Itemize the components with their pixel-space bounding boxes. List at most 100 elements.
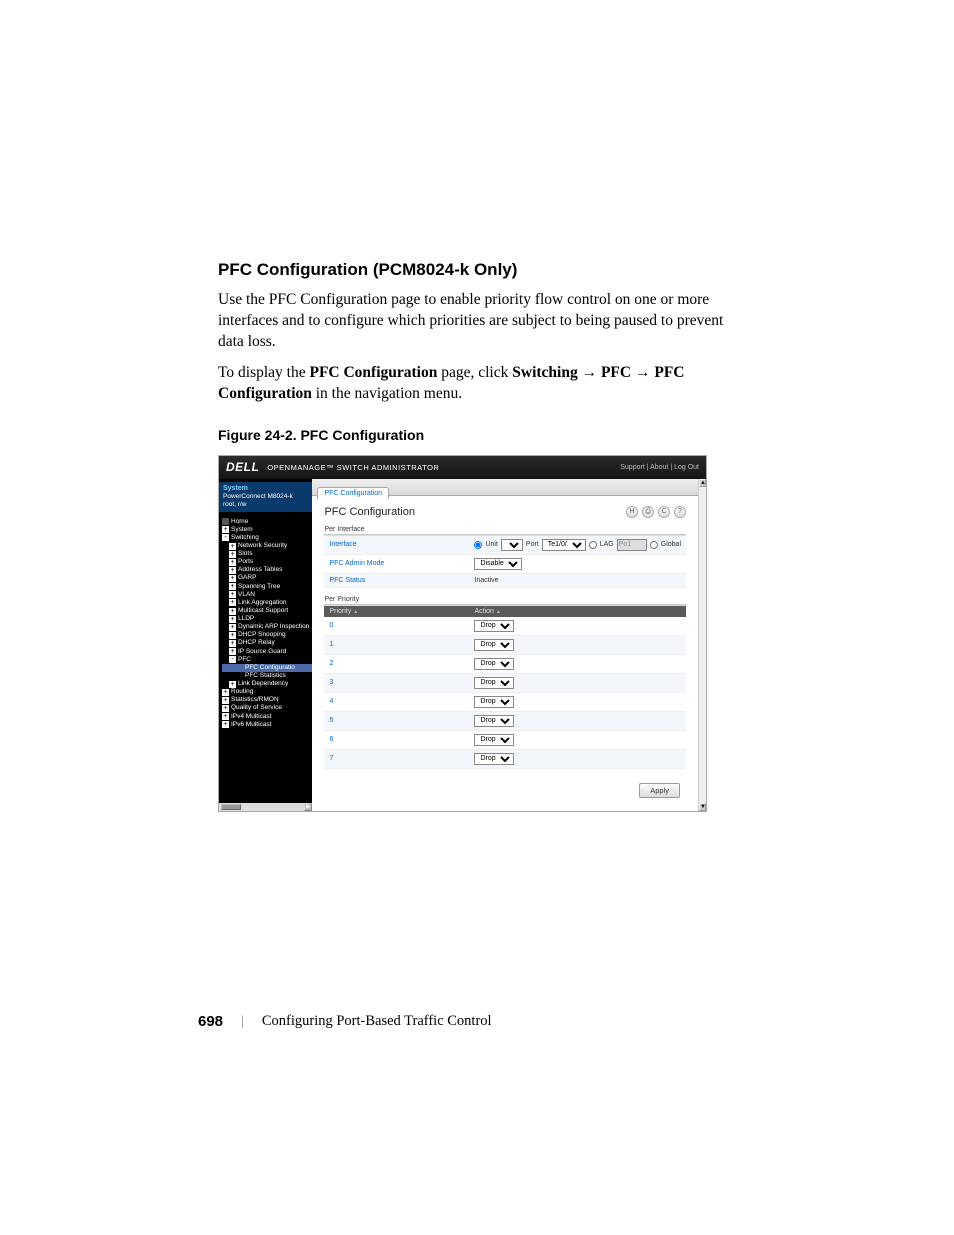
expand-icon[interactable]: + (229, 591, 236, 598)
nav-item[interactable]: +Multicast Support (222, 607, 312, 615)
apply-button[interactable]: Apply (639, 783, 680, 798)
nav-item[interactable]: PFC Statistics (222, 672, 312, 680)
expand-icon[interactable]: + (222, 713, 229, 720)
nav-item[interactable]: +Dynamic ARP Inspection (222, 623, 312, 631)
help-icon[interactable]: ? (674, 506, 686, 518)
expand-icon[interactable]: + (229, 551, 236, 558)
nav-item[interactable]: +DHCP Relay (222, 639, 312, 647)
figure-caption: Figure 24-2. PFC Configuration (218, 427, 736, 443)
nav-item[interactable]: +IP Source Guard (222, 648, 312, 656)
expand-icon[interactable]: + (229, 640, 236, 647)
unit-label: Unit (485, 541, 497, 548)
action-select[interactable]: Drop (474, 696, 514, 708)
expand-icon[interactable]: + (222, 721, 229, 728)
expand-icon[interactable]: + (229, 624, 236, 631)
page-footer: 698 | Configuring Port-Based Traffic Con… (198, 1013, 492, 1030)
footer-divider: | (241, 1014, 244, 1030)
nav-item-label: Link Dependency (238, 680, 288, 688)
expand-icon[interactable]: + (229, 608, 236, 615)
nav-item[interactable]: +IPv4 Multicast (222, 713, 312, 721)
nav-item[interactable]: +VLAN (222, 591, 312, 599)
nav-item[interactable]: +Link Dependency (222, 680, 312, 688)
unit-radio[interactable] (474, 541, 482, 549)
expand-icon[interactable]: + (229, 681, 236, 688)
action-select[interactable]: Drop (474, 715, 514, 727)
nav-item[interactable]: +Address Tables (222, 566, 312, 574)
scrollbar-thumb[interactable] (221, 804, 241, 810)
nav-item[interactable]: +Network Security (222, 542, 312, 550)
expand-icon[interactable]: + (222, 526, 229, 533)
content-area: PFC Configuration H ⎙ C ? Per Interface … (312, 496, 698, 811)
expand-icon[interactable]: + (229, 583, 236, 590)
nav-item[interactable]: +DHCP Snooping (222, 631, 312, 639)
nav-item[interactable]: +LLDP (222, 615, 312, 623)
sort-icon[interactable]: ▲ (496, 609, 501, 615)
nav-item[interactable]: -Switching (222, 534, 312, 542)
nav-item-label: Address Tables (238, 566, 282, 574)
nav-item-label: Link Aggregation (238, 599, 286, 607)
col-action[interactable]: Action (474, 608, 493, 615)
sidebar-horizontal-scrollbar[interactable]: ▶ (219, 803, 312, 811)
chapter-title: Configuring Port-Based Traffic Control (262, 1013, 492, 1030)
scroll-down-icon[interactable]: ▼ (699, 803, 706, 811)
node-icon (222, 518, 229, 525)
lag-radio[interactable] (589, 541, 597, 549)
expand-icon[interactable]: + (229, 567, 236, 574)
nav-item-label: PFC Statistics (245, 672, 286, 680)
expand-icon[interactable]: + (229, 616, 236, 623)
nav-item[interactable]: +GARP (222, 574, 312, 582)
action-select[interactable]: Drop (474, 658, 514, 670)
nav-item-label: Home (231, 518, 248, 526)
expand-icon[interactable]: + (222, 705, 229, 712)
priority-row: 1Drop (324, 636, 686, 655)
text-fragment: page, click (437, 364, 512, 381)
port-select[interactable]: Te1/0/1 (542, 539, 586, 551)
port-label: Port (526, 541, 539, 548)
admin-mode-select[interactable]: Disable (474, 558, 522, 570)
unit-select[interactable]: 1 (501, 539, 523, 551)
nav-item[interactable]: +Ports (222, 558, 312, 566)
header-links[interactable]: Support | About | Log Out (620, 464, 699, 471)
nav-item[interactable]: Home (222, 518, 312, 526)
refresh-icon[interactable]: C (658, 506, 670, 518)
user-role: root, r/w (223, 501, 308, 509)
expand-icon[interactable]: + (229, 575, 236, 582)
body-paragraph-1: Use the PFC Configuration page to enable… (218, 290, 736, 353)
expand-icon[interactable]: + (222, 697, 229, 704)
nav-item[interactable]: +IPv6 Multicast (222, 721, 312, 729)
expand-icon[interactable]: + (229, 632, 236, 639)
action-select[interactable]: Drop (474, 734, 514, 746)
action-select[interactable]: Drop (474, 639, 514, 651)
col-priority[interactable]: Priority (329, 608, 351, 615)
main-panel: PFC Configuration PFC Configuration H ⎙ … (312, 479, 706, 811)
expand-icon[interactable]: + (229, 599, 236, 606)
action-select[interactable]: Drop (474, 753, 514, 765)
nav-item-label: Network Security (238, 542, 287, 550)
action-select[interactable]: Drop (474, 620, 514, 632)
expand-icon[interactable]: + (229, 559, 236, 566)
global-radio[interactable] (650, 541, 658, 549)
scroll-up-icon[interactable]: ▲ (699, 479, 706, 487)
nav-item[interactable]: +Routing (222, 688, 312, 696)
nav-item[interactable]: +Statistics/RMON (222, 696, 312, 704)
nav-tree: Home+System-Switching+Network Security+S… (219, 512, 312, 729)
sort-icon[interactable]: ▲ (353, 609, 358, 615)
nav-item[interactable]: +Link Aggregation (222, 599, 312, 607)
priority-row: 2Drop (324, 655, 686, 674)
action-select[interactable]: Drop (474, 677, 514, 689)
nav-item[interactable]: +System (222, 526, 312, 534)
nav-item[interactable]: +Slots (222, 550, 312, 558)
expand-icon[interactable]: + (229, 543, 236, 550)
main-vertical-scrollbar[interactable]: ▲ ▼ (698, 479, 706, 811)
nav-item[interactable]: PFC Configuratio (222, 664, 312, 672)
expand-icon[interactable]: + (229, 648, 236, 655)
expand-icon[interactable]: + (222, 689, 229, 696)
nav-item[interactable]: +Spanning Tree (222, 583, 312, 591)
nav-item[interactable]: -PFC (222, 656, 312, 664)
save-icon[interactable]: H (626, 506, 638, 518)
collapse-icon[interactable]: - (229, 656, 236, 663)
nav-item[interactable]: +Quality of Service (222, 704, 312, 712)
collapse-icon[interactable]: - (222, 534, 229, 541)
scroll-right-icon[interactable]: ▶ (304, 803, 312, 811)
print-icon[interactable]: ⎙ (642, 506, 654, 518)
